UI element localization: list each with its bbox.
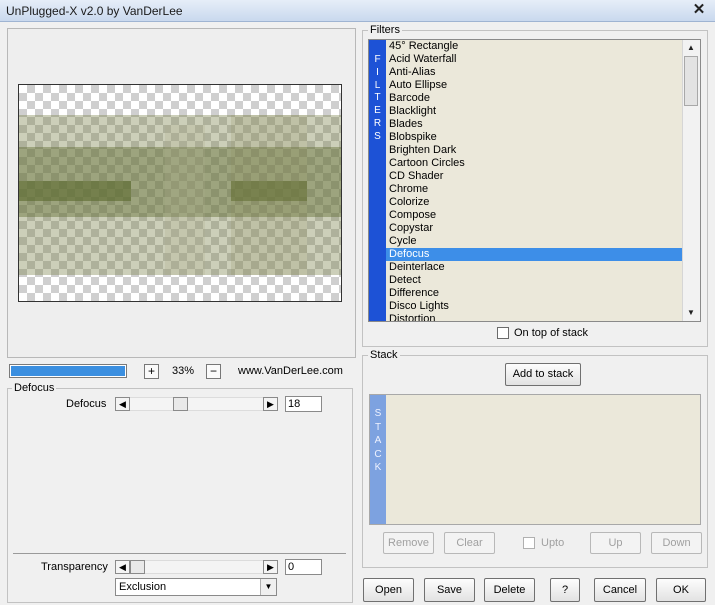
filter-list-item[interactable]: Blacklight [386, 105, 683, 118]
filter-list-item[interactable]: Barcode [386, 92, 683, 105]
stack-banner: S T A C K [370, 395, 386, 524]
filters-items: 45° Rectangle Acid Waterfall Anti-Alias Aut… [386, 40, 683, 321]
filter-list-item[interactable]: Colorize [386, 196, 683, 209]
filter-list-item[interactable]: Blades [386, 118, 683, 131]
filter-list-item[interactable]: Cycle [386, 235, 683, 248]
help-button[interactable]: ? [550, 578, 580, 602]
stack-group-legend: Stack [368, 349, 400, 361]
progress-bar [9, 364, 127, 378]
defocus-slider-track[interactable] [130, 397, 263, 411]
defocus-increase-button[interactable]: ▶ [263, 397, 278, 411]
filter-list-item[interactable]: Anti-Alias [386, 66, 683, 79]
clear-button[interactable]: Clear [444, 532, 495, 554]
save-button[interactable]: Save [424, 578, 475, 602]
open-button[interactable]: Open [363, 578, 414, 602]
transparency-increase-button[interactable]: ▶ [263, 560, 278, 574]
zoom-in-button[interactable]: − [206, 364, 221, 379]
up-button[interactable]: Up [590, 532, 641, 554]
chevron-down-icon[interactable]: ▼ [260, 579, 276, 595]
filters-banner-text: F I L T E R S [373, 54, 382, 142]
transparency-slider-track[interactable] [130, 560, 263, 574]
transparency-decrease-button[interactable]: ◀ [115, 560, 130, 574]
delete-button[interactable]: Delete [484, 578, 535, 602]
filter-list-item[interactable]: CD Shader [386, 170, 683, 183]
remove-button[interactable]: Remove [383, 532, 434, 554]
upto-label[interactable]: Upto [541, 537, 564, 549]
on-top-of-stack-checkbox[interactable] [497, 327, 509, 339]
window-title: UnPlugged-X v2.0 by VanDerLee [6, 4, 183, 18]
filter-list-item[interactable]: Brighten Dark [386, 144, 683, 157]
filter-list-item[interactable]: Compose [386, 209, 683, 222]
defocus-group-legend: Defocus [12, 382, 57, 394]
filter-list-item[interactable]: Auto Ellipse [386, 79, 683, 92]
filter-list-item[interactable]: Copystar [386, 222, 683, 235]
scroll-down-icon[interactable]: ▼ [684, 306, 698, 320]
website-link[interactable]: www.VanDerLee.com [238, 365, 343, 377]
filter-list-item[interactable]: Chrome [386, 183, 683, 196]
blend-mode-select[interactable]: Exclusion ▼ [115, 578, 277, 596]
filter-list-item[interactable]: Blobspike [386, 131, 683, 144]
title-bar: UnPlugged-X v2.0 by VanDerLee ✕ [0, 0, 715, 22]
blend-mode-value: Exclusion [119, 581, 167, 593]
stack-list[interactable]: S T A C K [369, 394, 701, 525]
scroll-up-icon[interactable]: ▲ [684, 41, 698, 55]
filter-list-item[interactable]: Cartoon Circles [386, 157, 683, 170]
filter-list-item[interactable]: Distortion [386, 313, 683, 321]
down-button[interactable]: Down [651, 532, 702, 554]
defocus-value-field[interactable]: 18 [285, 396, 322, 412]
add-to-stack-button[interactable]: Add to stack [505, 363, 581, 386]
cancel-button[interactable]: Cancel [594, 578, 646, 602]
zoom-level: 33% [172, 365, 195, 377]
filters-group-legend: Filters [368, 24, 402, 36]
filter-list-item[interactable]: Disco Lights [386, 300, 683, 313]
ok-button[interactable]: OK [656, 578, 706, 602]
filter-list-item[interactable]: Detect [386, 274, 683, 287]
transparency-label: Transparency [41, 561, 108, 573]
transparency-slider-thumb[interactable] [130, 560, 145, 574]
filter-list-item[interactable]: Acid Waterfall [386, 53, 683, 66]
on-top-of-stack-label[interactable]: On top of stack [514, 327, 588, 339]
close-icon[interactable]: ✕ [691, 2, 707, 18]
filter-list-item[interactable]: 45° Rectangle [386, 40, 683, 53]
stack-banner-text: S T A C K [374, 408, 382, 474]
filter-list-item[interactable]: Deinterlace [386, 261, 683, 274]
defocus-label: Defocus [66, 398, 107, 410]
scrollbar-thumb[interactable] [684, 56, 698, 106]
preview-image[interactable] [18, 84, 342, 302]
filters-scrollbar[interactable]: ▲ ▼ [682, 40, 700, 321]
progress-fill [11, 366, 125, 376]
filters-list[interactable]: F I L T E R S 45° Rectangle Acid Waterfal… [368, 39, 701, 322]
filters-banner: F I L T E R S [369, 40, 386, 321]
transparency-value-field[interactable]: 0 [285, 559, 322, 575]
defocus-slider-thumb[interactable] [173, 397, 188, 411]
upto-checkbox[interactable] [523, 537, 535, 549]
filter-list-item[interactable]: Defocus [386, 248, 683, 261]
filter-list-item[interactable]: Difference [386, 287, 683, 300]
divider [13, 553, 346, 554]
zoom-out-button[interactable]: + [144, 364, 159, 379]
defocus-decrease-button[interactable]: ◀ [115, 397, 130, 411]
